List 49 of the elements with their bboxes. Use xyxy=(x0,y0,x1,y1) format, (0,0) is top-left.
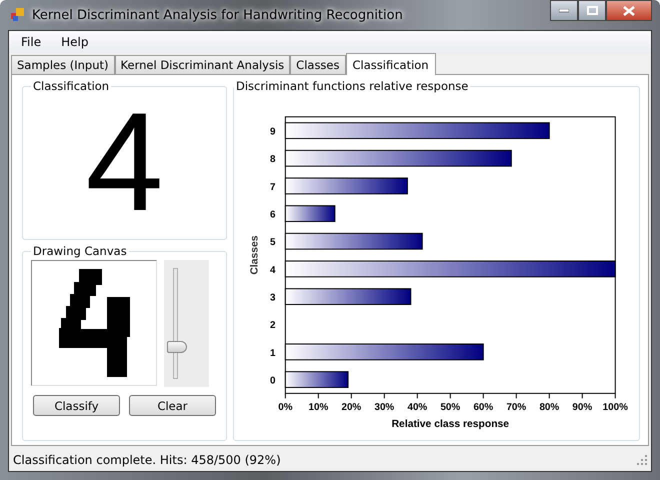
status-text: Classification complete. Hits: 458/500 (92%) xyxy=(13,453,281,467)
axis-label: 10% xyxy=(308,402,328,414)
axis-label: 3 xyxy=(270,292,276,304)
tab[interactable]: Samples (Input) xyxy=(11,55,115,74)
clear-button[interactable]: Clear xyxy=(129,395,216,416)
group-title: Discriminant functions relative response xyxy=(235,79,470,93)
axis-label: 30% xyxy=(374,402,394,414)
axis-label: 4 xyxy=(270,264,276,276)
bar xyxy=(284,371,349,388)
tab[interactable]: Classes xyxy=(290,55,346,74)
axis-label: 0% xyxy=(278,402,292,414)
minimize-icon xyxy=(559,8,569,12)
menu-item[interactable]: File xyxy=(15,35,48,49)
drawing-canvas[interactable] xyxy=(31,260,157,386)
tab[interactable]: Classification xyxy=(346,53,436,75)
minimize-button[interactable] xyxy=(550,0,578,21)
maximize-button[interactable] xyxy=(578,0,606,21)
axis-label: 8 xyxy=(270,154,276,166)
app-icon xyxy=(10,7,26,23)
axis-label: 50% xyxy=(440,402,460,414)
axis-label: 60% xyxy=(473,402,494,414)
axis-label: 2 xyxy=(270,320,276,332)
predicted-digit: 4 xyxy=(86,93,164,231)
axis-title: Classes xyxy=(250,236,261,275)
maximize-icon xyxy=(586,6,598,15)
group-title: Drawing Canvas xyxy=(32,244,128,258)
resize-grip-icon xyxy=(637,455,647,465)
group-title: Classification xyxy=(32,79,110,93)
classify-button[interactable]: Classify xyxy=(33,395,120,416)
window-title: Kernel Discriminant Analysis for Handwriting Recognition xyxy=(32,8,403,22)
axis-label: 20% xyxy=(341,402,362,414)
axis-label: 80% xyxy=(539,402,560,414)
axis-title: Relative class response xyxy=(392,418,510,430)
axis-label: 5 xyxy=(270,237,276,248)
axis-label: 90% xyxy=(572,402,592,414)
axis-label: 40% xyxy=(407,402,428,414)
axis-label: 9 xyxy=(270,126,276,138)
axis-label: 6 xyxy=(270,210,276,221)
axis-label: 100% xyxy=(602,402,628,414)
axis-label: 1 xyxy=(270,348,276,359)
close-icon xyxy=(623,6,635,16)
bar xyxy=(284,205,336,222)
close-button[interactable] xyxy=(606,0,652,21)
tab[interactable]: Kernel Discriminant Analysis xyxy=(114,55,290,74)
axis-label: 0 xyxy=(270,376,276,386)
menu-item[interactable]: Help xyxy=(55,35,94,49)
axis-label: 7 xyxy=(270,182,276,193)
axis-label: 70% xyxy=(506,402,526,414)
pen-size-slider[interactable] xyxy=(164,260,209,387)
